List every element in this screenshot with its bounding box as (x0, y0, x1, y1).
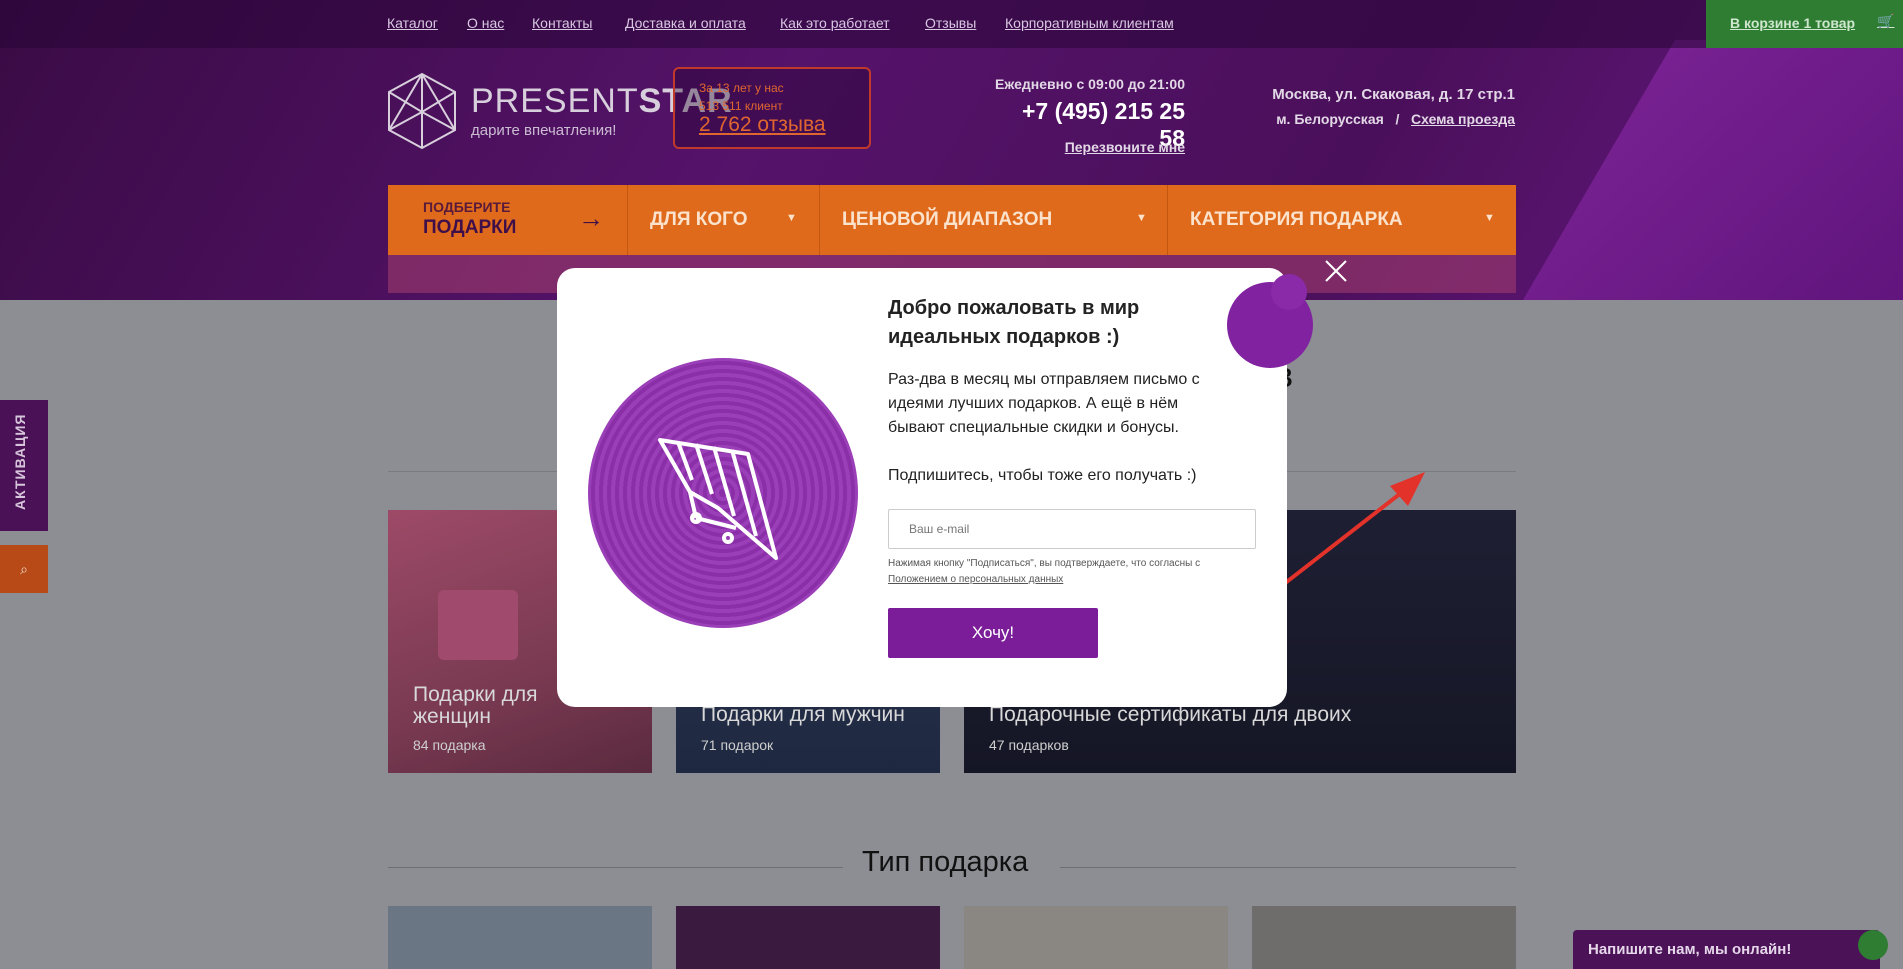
filter-category-label: КАТЕГОРИЯ ПОДАРКА (1190, 209, 1403, 230)
nav-corporate[interactable]: Корпоративным клиентам (1005, 15, 1174, 31)
reviews-badge: За 13 лет у нас 513 511 клиент 2 762 отз… (673, 67, 871, 149)
metro-station: м. Белорусская (1276, 111, 1384, 127)
search-icon: ⌕ (20, 561, 28, 577)
chevron-down-icon: ▼ (1484, 212, 1495, 224)
card-title: Подарки для мужчин (701, 703, 905, 726)
header-decoration (1523, 40, 1903, 300)
activation-tab[interactable]: АКТИВАЦИЯ (0, 400, 48, 531)
close-icon[interactable] (1323, 258, 1349, 284)
card-count: 71 подарок (701, 737, 774, 753)
metro-separator: / (1395, 111, 1400, 127)
modal-text: Раз-два в месяц мы отправляем письмо с и… (888, 371, 1200, 436)
filter-for-whom-label: ДЛЯ КОГО (650, 209, 748, 230)
subscribe-modal: Добро пожаловать в мир идеальных подарко… (557, 268, 1313, 707)
reviews-link[interactable]: 2 762 отзыва (699, 113, 826, 137)
hang-glider-illustration (588, 358, 858, 628)
modal-text-cta: Подпишитесь, чтобы тоже его получать :) (888, 467, 1197, 484)
address: Москва, ул. Скаковая, д. 17 стр.1 (1272, 86, 1515, 103)
gift-type-thumb[interactable] (388, 906, 652, 969)
activation-label: АКТИВАЦИЯ (12, 413, 28, 511)
divider (1060, 867, 1516, 868)
working-hours: Ежедневно с 09:00 до 21:00 (994, 76, 1185, 92)
modal-title: Добро пожаловать в мир идеальных подарко… (888, 297, 1140, 348)
top-navigation: Каталог О нас Контакты Доставка и оплата… (0, 0, 1903, 48)
logo-tagline: дарите впечатления! (471, 122, 617, 139)
side-search-button[interactable]: ⌕ (0, 545, 48, 593)
consent-note: Нажимая кнопку "Подписаться", вы подтвер… (888, 556, 1218, 588)
nav-about[interactable]: О нас (467, 15, 504, 31)
arrow-right-icon: → (578, 203, 604, 233)
divider (388, 867, 843, 868)
filter-category[interactable]: КАТЕГОРИЯ ПОДАРКА ▼ (1168, 185, 1516, 255)
pick-gifts-small: ПОДБЕРИТЕ (423, 199, 511, 215)
chat-widget[interactable]: Напишите нам, мы онлайн! (1573, 930, 1888, 969)
hang-glider-icon (658, 438, 778, 560)
pick-gifts-button[interactable]: ПОДБЕРИТЕ ПОДАРКИ → (388, 185, 628, 255)
card-count: 47 подарков (989, 737, 1069, 753)
nav-contacts[interactable]: Контакты (532, 15, 592, 31)
cart-icon: 🛒 (1877, 13, 1895, 29)
filter-price-range[interactable]: ЦЕНОВОЙ ДИАПАЗОН ▼ (820, 185, 1168, 255)
card-title: Подарочные сертификаты для двоих (989, 703, 1352, 726)
metro-line: м. Белорусская / Схема проезда (1220, 111, 1515, 127)
chat-status-icon (1858, 930, 1888, 960)
section-title-gift-type: Тип подарка (862, 846, 1029, 878)
subscribe-button[interactable]: Хочу! (888, 608, 1098, 658)
star-logo-icon (388, 72, 456, 150)
reviews-clients: 513 511 клиент (699, 99, 783, 113)
card-count: 84 подарка (413, 737, 486, 753)
filter-price-label: ЦЕНОВОЙ ДИАПАЗОН (842, 209, 1053, 230)
gift-type-thumb[interactable] (1252, 906, 1516, 969)
gift-filter-bar: ПОДБЕРИТЕ ПОДАРКИ → ДЛЯ КОГО ▼ ЦЕНОВОЙ Д… (388, 185, 1516, 255)
filter-for-whom[interactable]: ДЛЯ КОГО ▼ (628, 185, 820, 255)
route-link[interactable]: Схема проезда (1411, 111, 1515, 127)
chevron-down-icon: ▼ (1136, 212, 1147, 224)
nav-reviews[interactable]: Отзывы (925, 15, 976, 31)
privacy-policy-link[interactable]: Положением о персональных данных (888, 574, 1063, 585)
pick-gifts-big: ПОДАРКИ (423, 217, 517, 238)
gift-box-image (438, 590, 518, 660)
chat-label: Напишите нам, мы онлайн! (1588, 941, 1792, 958)
nav-delivery[interactable]: Доставка и оплата (625, 15, 746, 31)
gift-type-thumb[interactable] (964, 906, 1228, 969)
nav-catalog[interactable]: Каталог (387, 15, 438, 31)
nav-how-it-works[interactable]: Как это работает (780, 15, 890, 31)
callback-link[interactable]: Перезвоните мне (990, 139, 1185, 155)
site-header: Каталог О нас Контакты Доставка и оплата… (0, 0, 1903, 300)
consent-text: Нажимая кнопку "Подписаться", вы подтвер… (888, 558, 1201, 569)
reviews-years: За 13 лет у нас (699, 81, 784, 95)
modal-decoration (1271, 274, 1307, 310)
site-logo[interactable]: PRESENTSTAR дарите впечатления! (387, 70, 732, 150)
chevron-down-icon: ▼ (786, 212, 797, 224)
cart-button[interactable]: В корзине 1 товар 🛒 (1706, 0, 1903, 48)
gift-type-thumb[interactable] (676, 906, 940, 969)
cart-label: В корзине 1 товар (1730, 15, 1856, 31)
email-input[interactable] (888, 509, 1256, 549)
